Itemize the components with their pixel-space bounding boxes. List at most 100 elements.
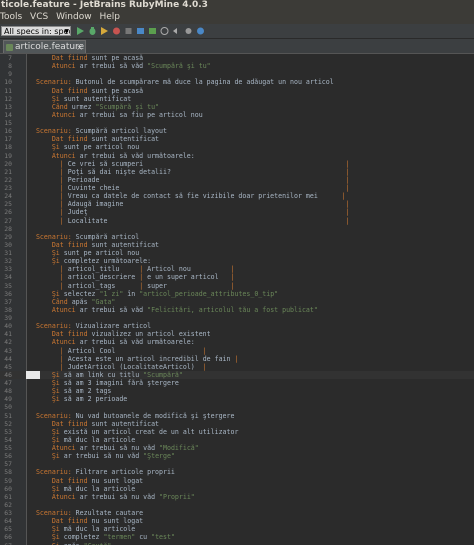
code-line: 51 Scenariu: Nu vad butoanele de modific… [0,412,474,420]
code-line: 26 | Judeţ | [0,208,474,216]
code-text: | Cuvinte cheie | [59,184,350,192]
code-line: 38 Atunci ar trebui să văd "Felicitări, … [0,306,474,314]
menu-bar: Tools VCS Window Help [0,11,474,24]
code-line: 12 Şi sunt autentificat [0,95,474,103]
code-text: Şi apăs "Caută" [28,542,112,545]
code-lines: 7 Dat fiind sunt pe acasă 8 Atunci ar tre… [0,54,474,545]
history-icon[interactable] [160,26,169,36]
code-text: Dat fiind sunt pe acasă [51,54,144,62]
code-text: Scenariu: Scumpără articol [35,232,140,241]
code-line: 53 Şi există un articol creat de un alt … [0,428,474,436]
close-icon[interactable]: × [76,41,83,53]
line-number: 35 [4,281,12,290]
code-line: 43 | Articol Cool | [0,347,474,355]
line-number: 17 [4,135,12,144]
code-line: 44 | Acesta este un articol incredibil d… [0,355,474,363]
code-line: 7 Dat fiind sunt pe acasă [0,54,474,62]
help-icon[interactable] [196,26,205,36]
code-text: Dat fiind sunt autentificat [51,135,160,144]
code-text: | articol_descriere | e un super articol… [59,273,235,282]
code-line: 28 [0,225,474,233]
code-line: 63 Scenariu: Rezultate cautare [0,509,474,517]
code-text: Atunci ar trebui să văd "Felicitări, art… [51,305,318,314]
line-number: 44 [4,354,12,363]
line-number: 23 [4,184,12,192]
code-line: 47 Şi să am 3 imagini fără ştergere [0,379,474,387]
line-number: 9 [8,70,12,79]
code-line: 58 Scenariu: Filtrare articole proprii [0,468,474,476]
code-line: 52 Dat fiind sunt autentificat [0,420,474,428]
code-text: Atunci ar trebui să văd următoarele: [51,338,195,347]
code-text: Şi să am 2 perioade [51,395,128,404]
vcs-commit-icon[interactable] [148,26,157,36]
line-number: 34 [4,273,12,282]
code-line: 36 Şi selectez "1 zi" în "articol_perioa… [0,290,474,298]
menu-window[interactable]: Window [56,12,92,22]
line-number: 47 [4,379,12,387]
line-number: 49 [4,395,12,404]
code-line: 35 | articol_tags | super | [0,282,474,290]
code-line: 16 Scenariu: Scumpără articol layout [0,127,474,135]
code-line: 22 | Perioade | [0,176,474,184]
code-line: 45 | JudetArticol (LocalitateArticol) | [0,363,474,371]
code-line: 37 Când apăs "Gata" [0,298,474,306]
code-editor[interactable]: 7 Dat fiind sunt pe acasă 8 Atunci ar tre… [0,54,474,545]
code-text: Atunci ar trebui să văd următoarele: [51,151,195,160]
line-number: 20 [4,159,12,168]
revert-icon[interactable] [172,26,181,36]
code-line: 42 Atunci ar trebui să văd următoarele: [0,338,474,346]
line-number: 38 [4,305,12,314]
code-line: 55 Atunci ar trebui să nu văd "Modifică" [0,444,474,452]
run-config-select[interactable]: All specs in: spec ▼ [1,26,71,36]
run-config-label: All specs in: spec [4,27,71,36]
code-text: | Vreau ca datele de contact să fie vizi… [59,192,346,201]
code-text: Scenariu: Rezultate cautare [35,509,144,517]
run-icon[interactable] [76,26,85,36]
line-number: 37 [4,297,12,306]
stop-icon[interactable] [124,26,133,36]
code-line: 54 Şi mă duc la articole [0,436,474,444]
settings-icon[interactable] [184,26,193,36]
code-text: Scenariu: Nu vad butoanele de modifică ş… [35,411,235,420]
line-number: 52 [4,419,12,428]
line-number: 13 [4,102,12,111]
line-number: 56 [4,452,12,461]
code-line: 17 Dat fiind sunt autentificat [0,135,474,143]
code-text: Şi selectez "1 zi" în "articol_perioade_… [51,289,279,298]
code-line: 66 Şi completez "termen" cu "test" [0,533,474,541]
code-line: 25 | Adaugă imagine | [0,200,474,208]
tab-articole-feature[interactable]: articole.feature × [3,40,86,53]
menu-tools[interactable]: Tools [0,12,22,22]
line-number: 21 [4,167,12,176]
window-title: ticole.feature - JetBrains RubyMine 4.0.… [0,0,474,11]
code-text: Şi mă duc la articole [51,484,136,493]
coverage-icon[interactable] [100,26,109,36]
code-text: Scenariu: Butonul de scumpărare mă duce … [35,78,334,87]
menu-help[interactable]: Help [99,12,120,22]
line-number: 57 [4,460,12,469]
code-text: Dat fiind sunt pe acasă [51,86,144,95]
code-text: Şi sunt pe articol nou [51,143,140,152]
code-line: 49 Şi să am 2 perioade [0,395,474,403]
menu-vcs[interactable]: VCS [30,12,48,22]
code-line: 21 | Poţi să dai nişte detalii? | [0,168,474,176]
line-number: 22 [4,175,12,184]
line-number: 59 [4,476,12,485]
code-line: 13 Când urmez "Scumpără şi tu" [0,103,474,111]
code-line: 18 Şi sunt pe articol nou [0,143,474,151]
code-line: 11 Dat fiind sunt pe acasă [0,87,474,95]
code-text: | Articol Cool | [59,346,207,355]
code-line: 39 [0,314,474,322]
line-number: 8 [8,62,12,71]
code-text: Scenariu: Vizualizare articol [35,322,152,331]
line-number: 55 [4,444,12,452]
line-number: 43 [4,346,12,355]
line-number: 27 [4,216,12,225]
code-text: | Adaugă imagine | [59,200,350,209]
debug-icon[interactable] [88,26,97,36]
vcs-update-icon[interactable] [136,26,145,36]
line-number: 26 [4,208,12,217]
line-number: 61 [4,492,12,501]
code-line: 41 Dat fiind vizualizez un articol exist… [0,330,474,338]
profile-icon[interactable] [112,26,121,36]
